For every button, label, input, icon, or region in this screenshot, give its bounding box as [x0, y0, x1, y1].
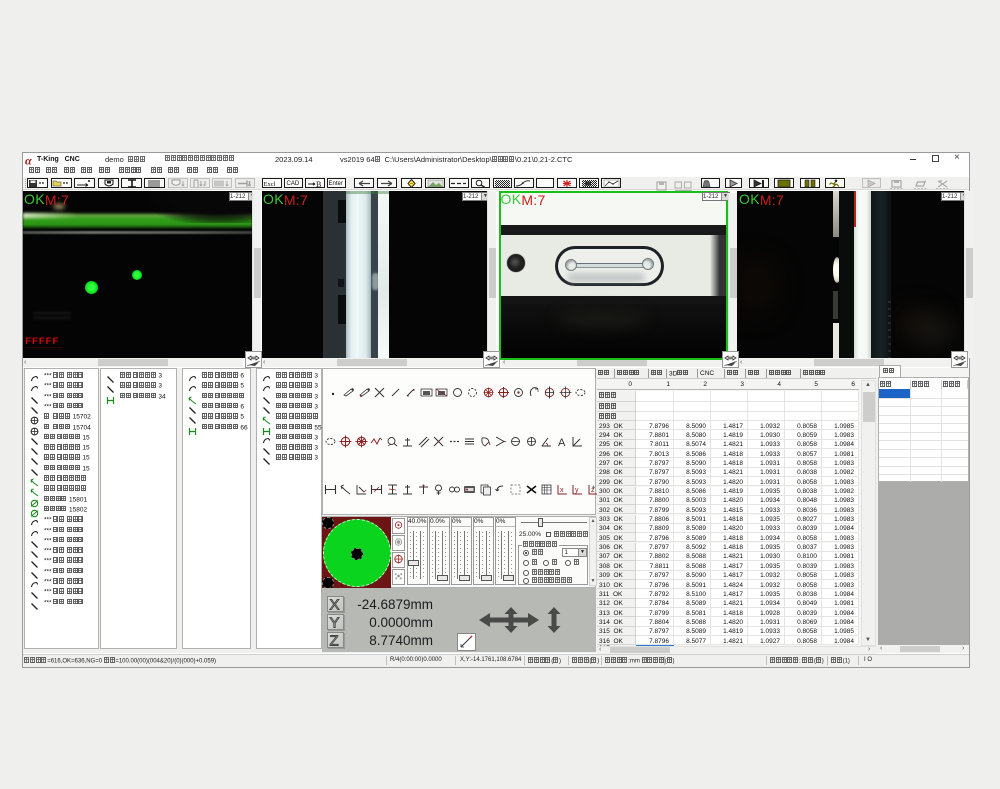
svg-text:x: x	[560, 487, 564, 494]
svg-text:B: B	[316, 180, 321, 188]
svg-text:Y: Y	[330, 615, 340, 629]
svg-text:α: α	[25, 155, 32, 166]
svg-text:Z: Z	[330, 633, 339, 647]
svg-text:A: A	[558, 437, 566, 448]
svg-text:X: X	[330, 597, 340, 611]
svg-text:y: y	[575, 487, 579, 494]
